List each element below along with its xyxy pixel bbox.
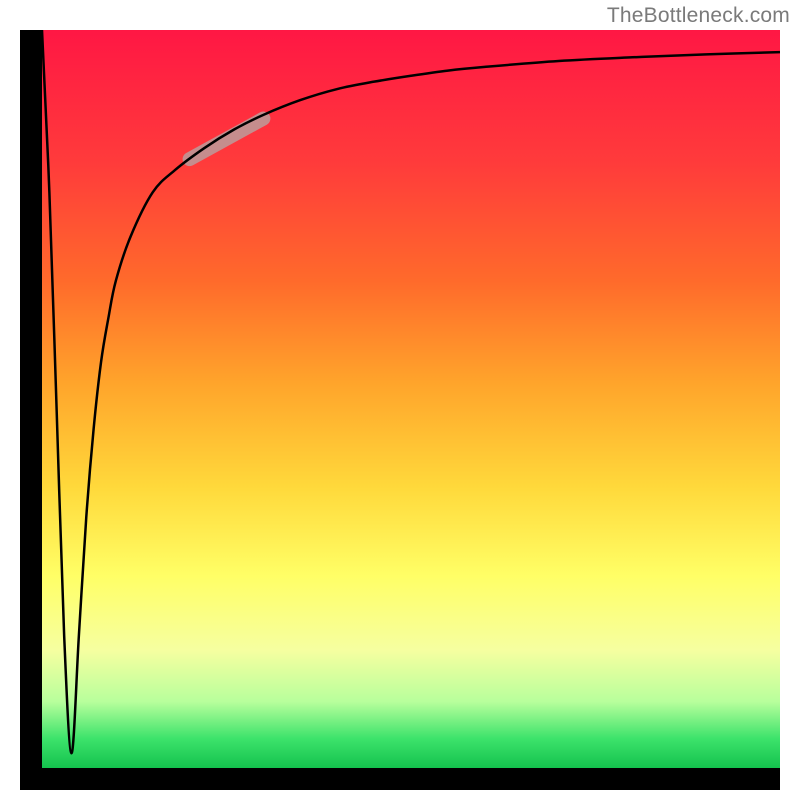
watermark-label: TheBottleneck.com: [607, 4, 790, 28]
chart-frame: TheBottleneck.com: [0, 0, 800, 800]
chart-outer-border: [20, 30, 780, 790]
chart-svg: [42, 30, 780, 768]
plot-area: [42, 30, 780, 768]
plot-background: [42, 30, 780, 768]
